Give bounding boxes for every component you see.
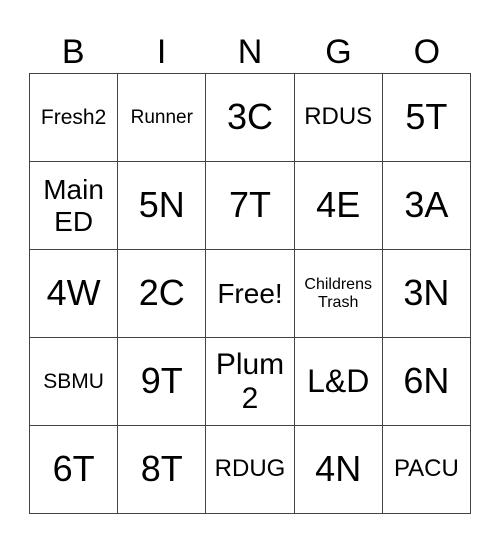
bingo-cell[interactable]: 9T bbox=[118, 338, 207, 426]
bingo-cell[interactable]: PACU bbox=[382, 426, 471, 514]
bingo-cell[interactable]: 4N bbox=[294, 426, 383, 514]
bingo-cell[interactable]: 4E bbox=[294, 162, 383, 250]
bingo-cell[interactable]: Fresh2 bbox=[30, 74, 119, 162]
bingo-cell[interactable]: 4W bbox=[30, 250, 119, 338]
header-letter-i: I bbox=[156, 33, 167, 71]
bingo-cell[interactable]: 6N bbox=[382, 338, 471, 426]
bingo-cell[interactable]: Plum 2 bbox=[206, 338, 295, 426]
bingo-cell[interactable]: L&D bbox=[294, 338, 383, 426]
bingo-header: B I N G O bbox=[29, 30, 471, 74]
bingo-card-grid: Fresh2 Runner 3C RDUS 5T Main ED 5N 7T 4… bbox=[29, 73, 471, 514]
bingo-cell[interactable]: 3A bbox=[382, 162, 471, 250]
bingo-cell[interactable]: 6T bbox=[30, 426, 119, 514]
bingo-cell[interactable]: 3N bbox=[382, 250, 471, 338]
bingo-cell[interactable]: RDUS bbox=[294, 74, 383, 162]
bingo-cell[interactable]: 5T bbox=[382, 74, 471, 162]
header-letter-g: G bbox=[325, 33, 352, 71]
header-letter-n: N bbox=[237, 33, 263, 71]
bingo-cell[interactable]: Main ED bbox=[30, 162, 119, 250]
bingo-cell[interactable]: 5N bbox=[118, 162, 207, 250]
header-letter-o: O bbox=[413, 33, 441, 71]
bingo-cell[interactable]: 2C bbox=[118, 250, 207, 338]
bingo-cell[interactable]: SBMU bbox=[30, 338, 119, 426]
bingo-cell[interactable]: 3C bbox=[206, 74, 295, 162]
bingo-cell[interactable]: RDUG bbox=[206, 426, 295, 514]
bingo-cell[interactable]: Runner bbox=[118, 74, 207, 162]
bingo-cell[interactable]: Childrens Trash bbox=[294, 250, 383, 338]
free-space-cell[interactable]: Free! bbox=[206, 250, 295, 338]
bingo-cell[interactable]: 7T bbox=[206, 162, 295, 250]
bingo-cell[interactable]: 8T bbox=[118, 426, 207, 514]
header-letter-b: B bbox=[61, 33, 85, 71]
